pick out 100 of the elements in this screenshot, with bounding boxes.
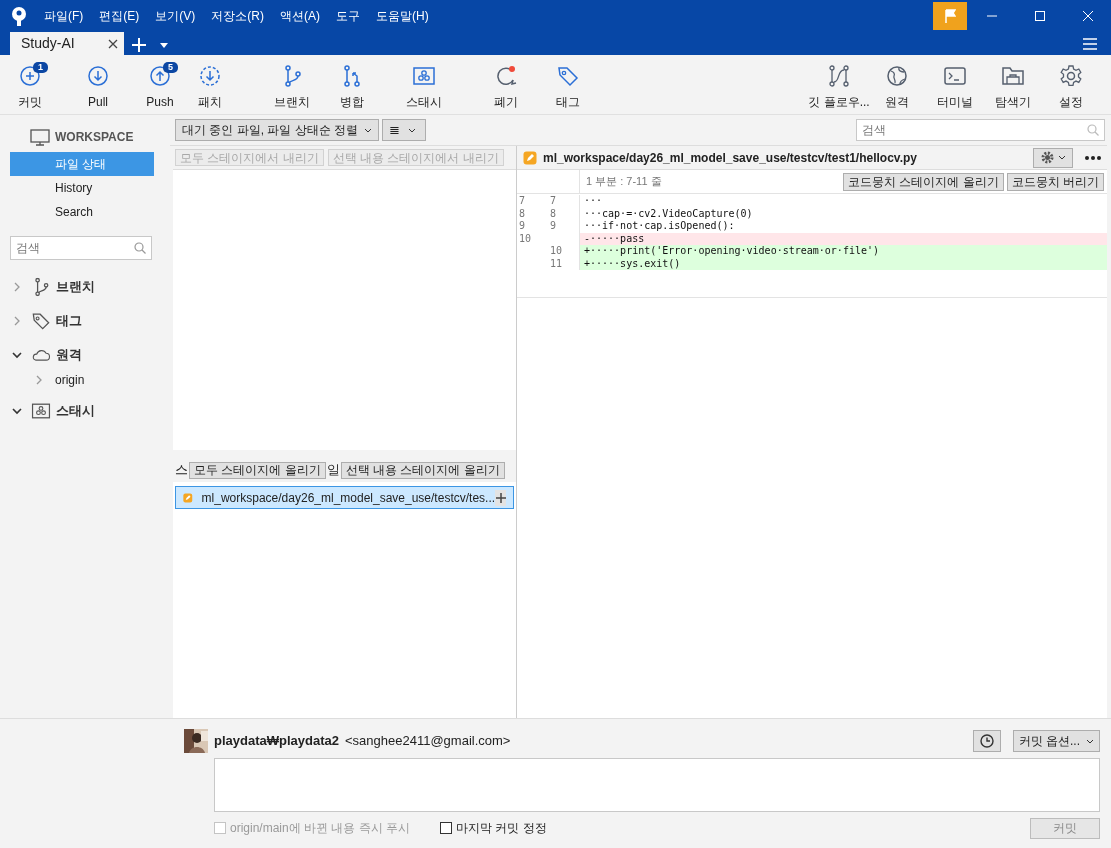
tree-item[interactable]: 브랜치 xyxy=(56,277,95,297)
close-icon xyxy=(1082,10,1094,22)
hunk-header: 1 부분 : 7-11 줄 xyxy=(586,174,662,190)
flow-icon xyxy=(828,65,850,87)
section-label: 스 xyxy=(175,461,188,480)
monitor-icon xyxy=(30,128,50,146)
sidebar-item[interactable]: History xyxy=(10,176,154,200)
menu-button[interactable] xyxy=(1083,38,1097,50)
sidebar-item[interactable]: Search xyxy=(10,200,154,224)
folder-icon xyxy=(1002,65,1024,87)
chevron-down-icon xyxy=(1086,738,1094,744)
search-icon xyxy=(134,242,146,254)
chevron-down-icon xyxy=(364,127,372,133)
toolbar-button[interactable]: 폐기 xyxy=(486,65,526,111)
more-icon xyxy=(1085,155,1101,160)
more-button[interactable] xyxy=(1085,155,1101,160)
toolbar-button[interactable]: 탐색기 xyxy=(983,65,1043,111)
line-number: 8 xyxy=(549,207,558,220)
new-tab-button[interactable] xyxy=(132,38,146,52)
tab[interactable]: Study-AI xyxy=(10,32,124,55)
tree-item[interactable]: 원격 xyxy=(56,345,82,365)
tree-item[interactable]: 스태시 xyxy=(56,401,95,421)
menu-item[interactable]: 저장소(R) xyxy=(210,7,265,25)
count-badge: 5 xyxy=(163,62,178,73)
menu-item[interactable]: 액션(A) xyxy=(279,7,321,25)
tree-item[interactable]: origin xyxy=(55,371,85,389)
stage-button[interactable]: 선택 내용 스테이지에 올리기 xyxy=(340,461,505,479)
toolbar-button[interactable]: 패치 xyxy=(190,65,230,111)
pencil-icon xyxy=(523,150,537,165)
code-line: ···cap·=·cv2.VideoCapture(0) xyxy=(583,207,754,220)
search-field[interactable]: 검색 xyxy=(10,236,152,260)
checkbox[interactable]: 마지막 커밋 정정 xyxy=(440,819,547,837)
toolbar-button[interactable]: Push 5 xyxy=(140,65,180,111)
plus-icon xyxy=(495,492,506,503)
line-number: 9 xyxy=(549,220,558,233)
stage-file-button[interactable] xyxy=(495,489,506,506)
history-button[interactable] xyxy=(972,730,1001,752)
toolbar-button[interactable]: 태그 xyxy=(548,65,588,111)
menu-item[interactable]: 파일(F) xyxy=(43,7,85,25)
file-row[interactable]: ml_workspace/day26_ml_model_save_use/testcv/tes... xyxy=(175,486,514,509)
toolbar-button[interactable]: 커밋 1 xyxy=(10,65,50,111)
count-badge: 1 xyxy=(33,62,48,73)
file-path: ml_workspace/day26_ml_model_save_use/testcv/test1/hellocv.py xyxy=(543,149,917,167)
plus-icon xyxy=(132,38,146,52)
stash-box-icon xyxy=(31,401,51,421)
view-dropdown[interactable]: ≣ xyxy=(382,119,426,141)
flag-icon xyxy=(944,9,956,23)
hunk-button[interactable]: 코드뭉치 스테이지에 올리기 xyxy=(843,172,1004,191)
commit-options-dropdown[interactable]: 커밋 옵션... xyxy=(1012,730,1100,752)
maximize-icon xyxy=(1034,10,1046,22)
down-arrow-circle-icon xyxy=(87,65,109,87)
globe-icon xyxy=(886,65,908,87)
toolbar-button[interactable]: 병합 xyxy=(332,65,372,111)
chevron-down-icon[interactable] xyxy=(12,406,22,416)
close-icon xyxy=(108,38,118,49)
chevron-right-icon[interactable] xyxy=(12,282,22,292)
stage-button[interactable]: 모두 스테이지에 올리기 xyxy=(189,461,326,479)
chevron-down-icon xyxy=(408,127,416,133)
toolbar-button[interactable]: 브랜치 xyxy=(272,65,312,111)
toolbar-button[interactable]: 설정 xyxy=(1041,65,1101,111)
line-number: 9 xyxy=(518,220,527,233)
menu-item[interactable]: 도구 xyxy=(335,7,361,25)
tab-menu-button[interactable] xyxy=(160,43,168,48)
chevron-down-icon xyxy=(1057,155,1066,160)
terminal-icon xyxy=(944,65,966,87)
file-path: ml_workspace/day26_ml_model_save_use/testcv/tes... xyxy=(201,489,496,507)
menu-icon xyxy=(1083,38,1097,50)
tag-icon xyxy=(557,65,579,87)
section-title: WORKSPACE xyxy=(55,129,134,146)
search-field[interactable]: 검색 xyxy=(856,119,1105,141)
line-number: 7 xyxy=(549,195,558,208)
toolbar-button[interactable]: 깃 플로우... xyxy=(809,65,869,111)
toolbar-button[interactable]: 스태시 xyxy=(404,65,444,111)
plus-circle-icon xyxy=(19,65,41,87)
up-arrow-circle-icon xyxy=(149,65,171,87)
stash-box-icon xyxy=(413,65,435,87)
menu-item[interactable]: 보기(V) xyxy=(154,7,197,25)
section-label: 일 xyxy=(326,461,340,480)
line-number: 7 xyxy=(518,195,527,208)
merge-icon xyxy=(341,65,363,87)
author-name: playdata₩playdata2 xyxy=(214,732,339,751)
commit-message-field[interactable] xyxy=(214,758,1100,812)
tree-item[interactable]: 태그 xyxy=(56,311,82,331)
chevron-down-icon[interactable] xyxy=(12,350,22,360)
menu-item[interactable]: 편집(E) xyxy=(98,7,141,25)
chevron-right-icon[interactable] xyxy=(12,316,22,326)
undo-circle-icon xyxy=(495,65,517,87)
toolbar-button[interactable]: Pull xyxy=(78,65,118,111)
code-line: ···if·not·cap.isOpened(): xyxy=(583,220,736,233)
settings-dropdown[interactable] xyxy=(1033,147,1073,168)
line-number: 10 xyxy=(518,232,533,245)
menu-item[interactable]: 도움말(H) xyxy=(375,7,430,25)
line-number: 10 xyxy=(549,245,564,258)
sort-dropdown[interactable]: 대기 중인 파일, 파일 상태순 정렬 xyxy=(175,119,379,141)
clock-icon xyxy=(979,734,994,748)
search-icon xyxy=(1087,124,1099,136)
caret-icon xyxy=(160,43,168,48)
toolbar-button[interactable]: 터미널 xyxy=(925,65,985,111)
hunk-button[interactable]: 코드뭉치 버리기 xyxy=(1006,172,1104,191)
logo-icon xyxy=(11,6,27,26)
